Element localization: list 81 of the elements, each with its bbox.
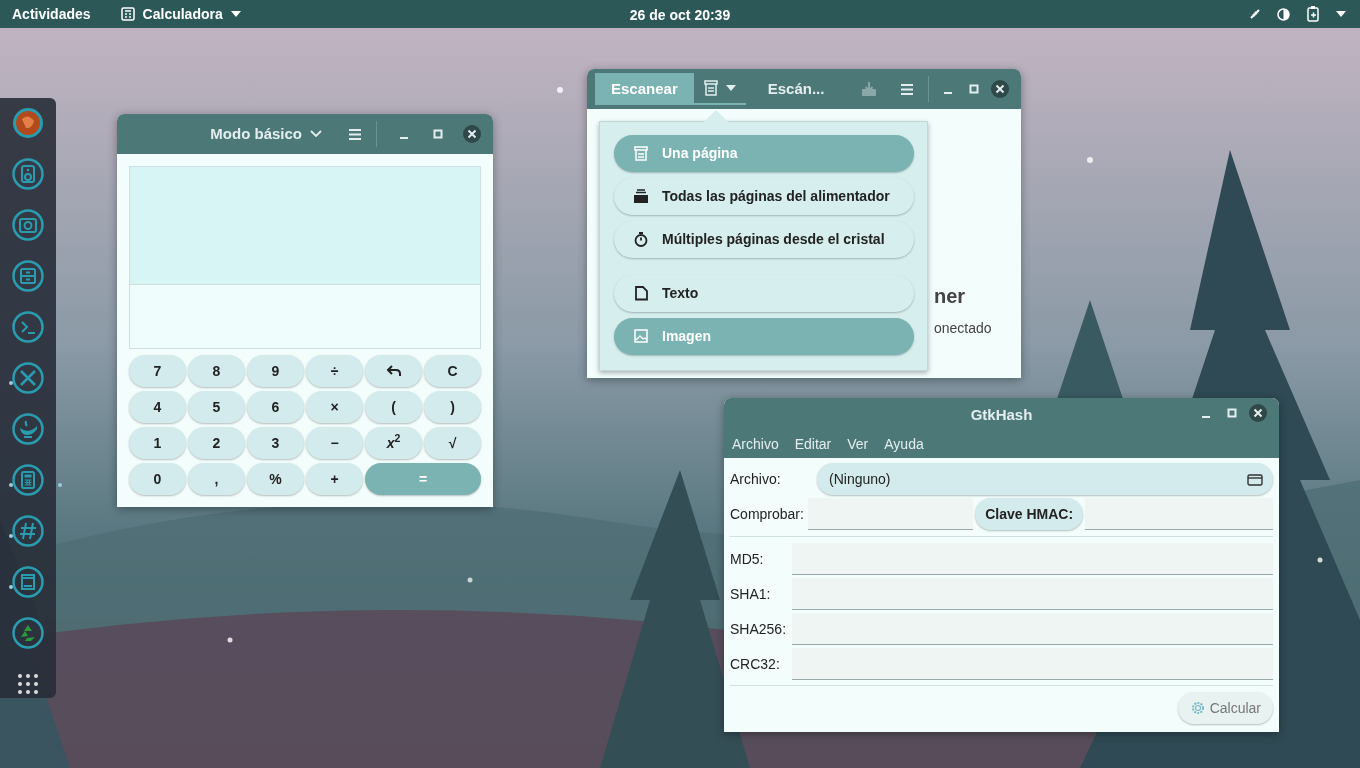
calculator-key[interactable]: , <box>188 463 245 495</box>
calculator-key[interactable]: + <box>306 463 363 495</box>
status-text: onectado <box>934 319 992 338</box>
calculator-key[interactable]: 7 <box>129 355 186 387</box>
clock[interactable]: 26 de oct 20:39 <box>629 7 731 23</box>
status-heading: ner <box>934 284 966 309</box>
scanner-icon <box>634 146 648 161</box>
file-chooser-button[interactable]: (Ninguno) <box>817 463 1273 495</box>
hmac-key-field[interactable] <box>1085 498 1273 530</box>
recycle-icon[interactable] <box>12 617 44 649</box>
calculator-key[interactable]: 8 <box>188 355 245 387</box>
menu-item[interactable]: Archivo <box>732 433 779 454</box>
speaker-icon[interactable] <box>12 158 44 190</box>
calculator-key[interactable]: x$^{2}$ <box>365 427 422 459</box>
document-icon <box>634 286 648 301</box>
folder-icon <box>1247 472 1263 486</box>
caret-icon[interactable] <box>230 11 241 17</box>
undo-button[interactable] <box>365 355 422 387</box>
undo-icon <box>386 365 401 377</box>
hash-icon[interactable] <box>12 515 44 547</box>
calculator-key[interactable]: ( <box>365 391 422 423</box>
calculator-key[interactable]: 9 <box>247 355 304 387</box>
menu-item[interactable]: Ver <box>847 433 869 454</box>
menu-item[interactable]: Ayuda <box>884 433 924 454</box>
calculator-icon[interactable] <box>12 464 44 496</box>
browser-icon[interactable] <box>12 107 44 139</box>
hash-field[interactable] <box>792 648 1273 680</box>
page-stack-icon <box>634 189 648 204</box>
gear-icon <box>1189 700 1206 716</box>
calculator-key[interactable]: × <box>306 391 363 423</box>
oil-lamp-icon[interactable] <box>12 413 44 445</box>
field-label: Archivo: <box>730 469 782 489</box>
calculator-key[interactable]: 2 <box>188 427 245 459</box>
field-label: SHA256: <box>730 619 788 639</box>
calculator-key[interactable]: ÷ <box>306 355 363 387</box>
calculator-key[interactable]: − <box>306 427 363 459</box>
app-menu-button[interactable]: Calculadora <box>142 3 223 25</box>
hash-field[interactable] <box>792 578 1273 610</box>
camera-icon[interactable] <box>12 209 44 241</box>
menu-icon[interactable] <box>348 127 362 141</box>
plug-off-icon[interactable] <box>1249 8 1261 20</box>
calculator-icon <box>120 7 135 21</box>
calculator-key[interactable]: 5 <box>188 391 245 423</box>
window-title: GtkHash <box>970 406 1033 423</box>
caret-icon[interactable] <box>1336 11 1346 17</box>
calculator-key[interactable]: 4 <box>129 391 186 423</box>
menu-item[interactable]: Editar <box>794 433 832 454</box>
terminal-icon[interactable] <box>12 311 44 343</box>
calculator-key[interactable]: ) <box>424 391 481 423</box>
hmac-key-button[interactable]: Clave HMAC: <box>975 498 1084 530</box>
calculator-key[interactable]: 1 <box>129 427 186 459</box>
menu-item[interactable]: Texto <box>614 275 914 312</box>
menu-icon[interactable] <box>900 82 914 96</box>
contrast-icon[interactable] <box>1277 7 1290 21</box>
caret-icon <box>725 85 736 91</box>
menu-item[interactable]: Múltiples páginas desde el cristal <box>614 221 914 258</box>
field-label: MD5: <box>730 549 765 569</box>
drawer-icon[interactable] <box>12 260 44 292</box>
field-label: SHA1: <box>730 584 772 604</box>
menu-item[interactable]: Todas las páginas del alimentador <box>614 178 914 215</box>
check-field[interactable] <box>808 498 974 530</box>
calculator-key[interactable]: √ <box>424 427 481 459</box>
battery-icon[interactable] <box>1306 6 1320 22</box>
activities-button[interactable]: Actividades <box>12 3 91 25</box>
calculator-key[interactable]: C <box>424 355 481 387</box>
calculator-key[interactable]: 0 <box>129 463 186 495</box>
scanner-icon[interactable] <box>12 566 44 598</box>
tools-icon[interactable] <box>12 362 44 394</box>
image-icon <box>634 329 648 344</box>
calculator-key[interactable]: 6 <box>247 391 304 423</box>
scanner-icon <box>703 80 718 96</box>
chevron-down-icon[interactable] <box>310 130 322 138</box>
calculator-key[interactable]: % <box>247 463 304 495</box>
field-label: Comprobar: <box>730 504 805 524</box>
calculator-key[interactable]: 3 <box>247 427 304 459</box>
field-label: CRC32: <box>730 654 781 674</box>
window-title: Escán... <box>767 78 825 99</box>
hash-field[interactable] <box>792 613 1273 645</box>
mode-dropdown[interactable]: Modo básico <box>210 122 302 146</box>
hash-field[interactable] <box>792 543 1273 575</box>
stopwatch-icon <box>634 232 648 247</box>
